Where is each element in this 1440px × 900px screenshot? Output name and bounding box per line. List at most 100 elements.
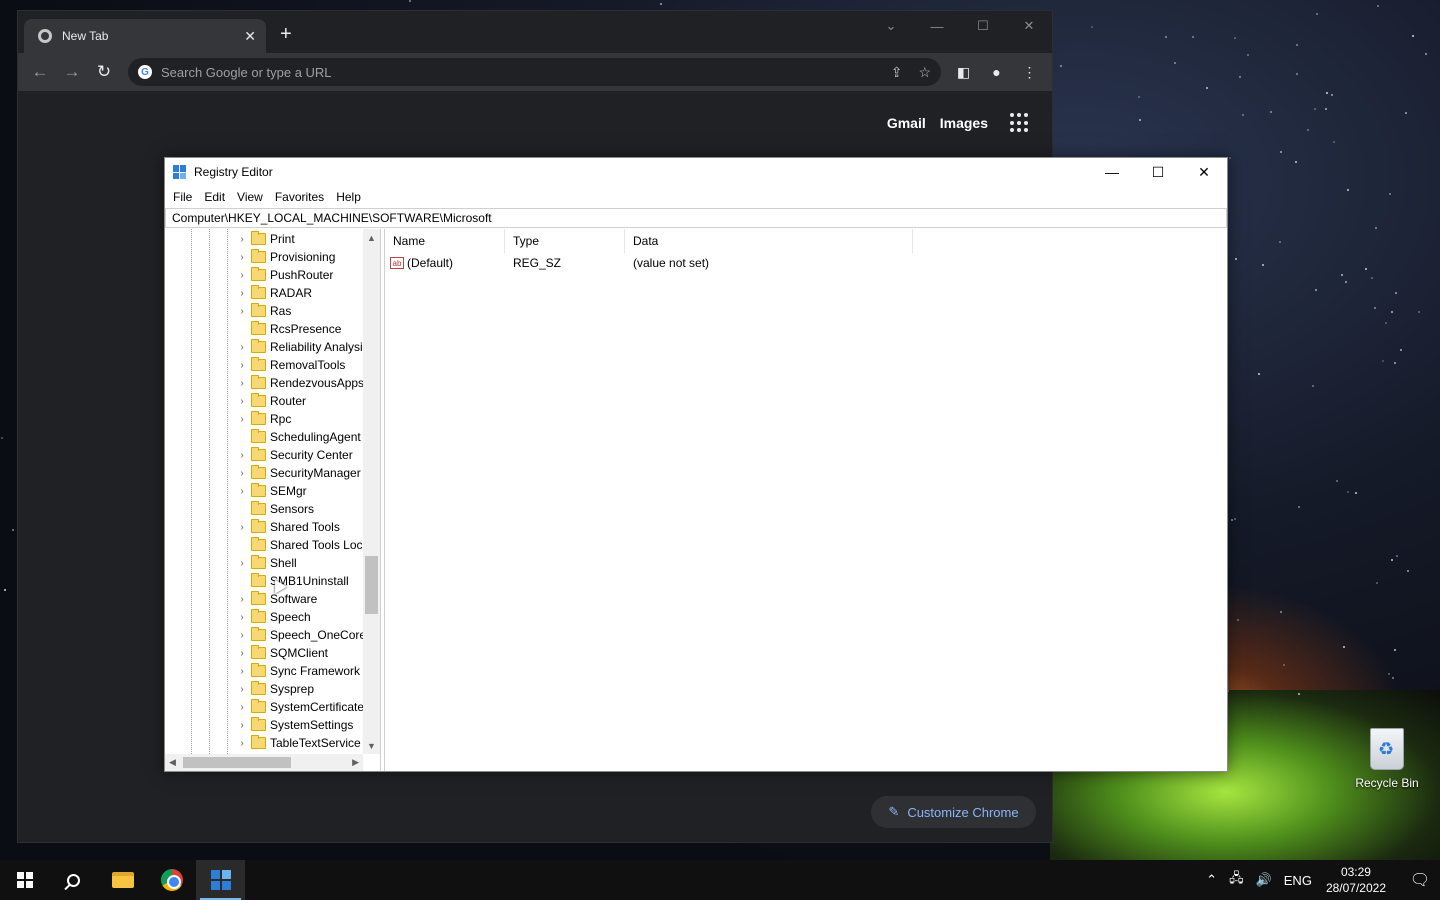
chevron-right-icon[interactable]: › — [235, 486, 249, 497]
back-icon[interactable]: ← — [24, 62, 56, 82]
chevron-right-icon[interactable]: › — [235, 648, 249, 659]
chevron-right-icon[interactable]: › — [235, 360, 249, 371]
chevron-right-icon[interactable]: › — [235, 414, 249, 425]
menu-edit[interactable]: Edit — [198, 190, 231, 204]
tree-node[interactable]: › TableTextService — [235, 734, 361, 752]
tree-node[interactable]: › Speech_OneCore — [235, 626, 363, 644]
start-button[interactable] — [0, 860, 49, 900]
regedit-taskbar-button[interactable] — [196, 860, 245, 900]
scroll-down-icon[interactable]: ▼ — [363, 737, 380, 754]
address-bar-input[interactable]: Computer\HKEY_LOCAL_MACHINE\SOFTWARE\Mic… — [165, 208, 1227, 228]
customize-chrome-button[interactable]: ✎ Customize Chrome — [871, 796, 1036, 828]
tree-node[interactable]: › SystemCertificate — [235, 698, 363, 716]
tree-node[interactable]: › Router — [235, 392, 306, 410]
hscroll-thumb[interactable] — [183, 757, 291, 768]
chevron-right-icon[interactable]: › — [235, 252, 249, 263]
star-icon[interactable]: ☆ — [918, 64, 931, 81]
chevron-right-icon[interactable]: › — [235, 522, 249, 533]
chevron-right-icon[interactable]: › — [235, 738, 249, 749]
close-icon[interactable]: ✕ — [1181, 158, 1227, 186]
scroll-right-icon[interactable]: ▶ — [352, 757, 359, 768]
tree-node[interactable]: › SEMgr — [235, 482, 307, 500]
chrome-taskbar-button[interactable] — [147, 860, 196, 900]
regedit-titlebar[interactable]: Registry Editor — ☐ ✕ — [165, 158, 1227, 186]
tree-vertical-scrollbar[interactable]: ▲ ▼ — [363, 229, 380, 754]
tree-node[interactable]: RcsPresence — [235, 320, 341, 338]
tree-node[interactable]: › Rpc — [235, 410, 291, 428]
tree-node[interactable]: › Provisioning — [235, 248, 335, 266]
forward-icon[interactable]: → — [56, 62, 88, 82]
images-link[interactable]: Images — [940, 115, 988, 131]
file-explorer-button[interactable] — [98, 860, 147, 900]
tree-node[interactable]: › Speech — [235, 608, 311, 626]
recycle-bin[interactable]: Recycle Bin — [1352, 728, 1422, 790]
kebab-menu-icon[interactable]: ⋮ — [1013, 64, 1046, 81]
tree-node[interactable]: › RemovalTools — [235, 356, 345, 374]
column-type[interactable]: Type — [505, 229, 625, 253]
chevron-right-icon[interactable]: › — [235, 270, 249, 281]
notification-icon[interactable]: 🗨 — [1400, 870, 1440, 890]
column-data[interactable]: Data — [625, 229, 913, 253]
tree-node[interactable]: › Print — [235, 230, 295, 248]
menu-favorites[interactable]: Favorites — [269, 190, 330, 204]
minimize-icon[interactable]: — — [914, 11, 960, 41]
chevron-right-icon[interactable]: › — [235, 666, 249, 677]
column-name[interactable]: Name — [385, 229, 505, 253]
scroll-up-icon[interactable]: ▲ — [363, 229, 380, 246]
chevron-right-icon[interactable]: › — [235, 234, 249, 245]
side-panel-icon[interactable]: ◧ — [947, 64, 980, 81]
chevron-right-icon[interactable]: › — [235, 702, 249, 713]
apps-grid-icon[interactable] — [1010, 113, 1030, 133]
chevron-right-icon[interactable]: › — [235, 594, 249, 605]
tree-node[interactable]: › SystemSettings — [235, 716, 353, 734]
chevron-right-icon[interactable]: › — [235, 720, 249, 731]
maximize-icon[interactable]: ☐ — [960, 11, 1006, 41]
close-tab-icon[interactable]: ✕ — [244, 28, 256, 45]
chevron-up-icon[interactable]: ⌃ — [1206, 872, 1217, 888]
tree-node[interactable]: › Shared Tools — [235, 518, 340, 536]
network-icon[interactable]: 🖧 — [1229, 869, 1244, 891]
chevron-right-icon[interactable]: › — [235, 396, 249, 407]
tree-node[interactable]: › SecurityManager — [235, 464, 361, 482]
tree-node[interactable]: Sensors — [235, 500, 314, 518]
scroll-thumb[interactable] — [365, 556, 378, 614]
scroll-left-icon[interactable]: ◀ — [169, 757, 176, 768]
chevron-right-icon[interactable]: › — [235, 378, 249, 389]
tree-node[interactable]: › PushRouter — [235, 266, 333, 284]
tree-node[interactable]: Shared Tools Loca — [235, 536, 363, 554]
omnibox-input[interactable]: G Search Google or type a URL ⇪ ☆ — [128, 58, 941, 86]
value-row[interactable]: ab (Default) REG_SZ (value not set) — [385, 253, 1227, 273]
gmail-link[interactable]: Gmail — [887, 115, 926, 131]
tree-node[interactable]: › Sync Framework — [235, 662, 360, 680]
language-indicator[interactable]: ENG — [1284, 873, 1312, 888]
volume-icon[interactable]: 🔊 — [1256, 872, 1272, 888]
menu-file[interactable]: File — [167, 190, 198, 204]
tree-node[interactable]: › RADAR — [235, 284, 312, 302]
tree-node[interactable]: › Security Center — [235, 446, 353, 464]
profile-icon[interactable]: ● — [980, 64, 1013, 80]
chevron-right-icon[interactable]: › — [235, 450, 249, 461]
tree-node[interactable]: › Sysprep — [235, 680, 314, 698]
tab-search-icon[interactable]: ⌄ — [868, 11, 914, 41]
close-icon[interactable]: ✕ — [1006, 11, 1052, 41]
minimize-icon[interactable]: — — [1089, 158, 1135, 186]
new-tab-button[interactable]: + — [280, 23, 292, 46]
share-icon[interactable]: ⇪ — [891, 64, 903, 81]
chrome-tab-new-tab[interactable]: New Tab ✕ — [24, 19, 266, 53]
chevron-right-icon[interactable]: › — [235, 612, 249, 623]
tree-node[interactable]: › Shell — [235, 554, 297, 572]
chevron-right-icon[interactable]: › — [235, 684, 249, 695]
chevron-right-icon[interactable]: › — [235, 468, 249, 479]
chevron-right-icon[interactable]: › — [235, 558, 249, 569]
menu-view[interactable]: View — [231, 190, 269, 204]
maximize-icon[interactable]: ☐ — [1135, 158, 1181, 186]
tree-node[interactable]: SMB1Uninstall — [235, 572, 349, 590]
chevron-right-icon[interactable]: › — [235, 288, 249, 299]
search-button[interactable] — [49, 860, 98, 900]
reload-icon[interactable]: ↻ — [88, 62, 120, 82]
clock[interactable]: 03:29 28/07/2022 — [1326, 864, 1386, 896]
tree-node[interactable]: › Ras — [235, 302, 291, 320]
chevron-right-icon[interactable]: › — [235, 630, 249, 641]
tree-horizontal-scrollbar[interactable]: ◀ ▶ — [165, 754, 363, 771]
tree-node[interactable]: SchedulingAgent — [235, 428, 361, 446]
